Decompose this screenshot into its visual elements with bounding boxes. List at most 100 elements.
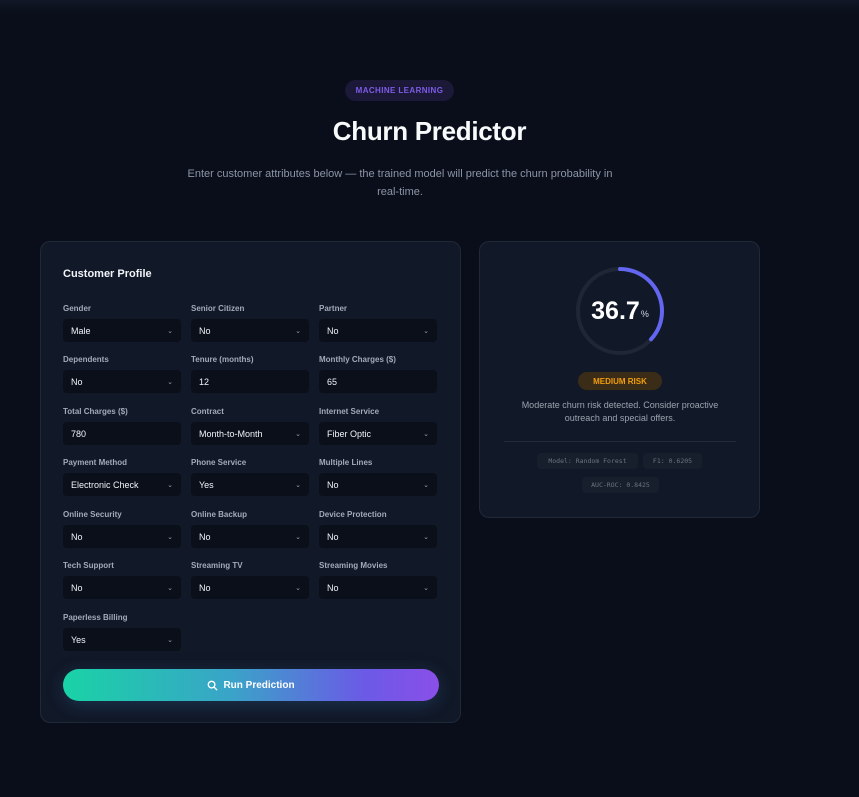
senior-citizen-select[interactable]: No ⌄ — [191, 319, 309, 342]
chevron-down-icon: ⌄ — [423, 584, 429, 592]
phone-service-select[interactable]: Yes ⌄ — [191, 473, 309, 496]
monthly-charges-label: Monthly Charges ($) — [319, 355, 396, 364]
phone-service-value: Yes — [199, 479, 214, 490]
dependents-label: Dependents — [63, 355, 109, 364]
device-protection-label: Device Protection — [319, 510, 387, 519]
chevron-down-icon: ⌄ — [167, 636, 173, 644]
partner-value: No — [327, 325, 339, 336]
phone-service-label: Phone Service — [191, 458, 247, 467]
online-backup-value: No — [199, 531, 211, 542]
payment-method-select[interactable]: Electronic Check ⌄ — [63, 473, 181, 496]
run-prediction-button[interactable]: Run Prediction — [63, 669, 439, 701]
total-charges-input[interactable]: 780 — [63, 422, 181, 445]
streaming-tv-label: Streaming TV — [191, 561, 243, 570]
chevron-down-icon: ⌄ — [167, 533, 173, 541]
field-tenure-months: Tenure (months) 12 — [191, 354, 309, 393]
online-security-select[interactable]: No ⌄ — [63, 525, 181, 548]
field-streaming-movies: Streaming Movies No ⌄ — [319, 560, 437, 599]
field-internet-service: Internet Service Fiber Optic ⌄ — [319, 406, 437, 445]
paperless-billing-value: Yes — [71, 634, 86, 645]
tech-support-label: Tech Support — [63, 561, 114, 570]
online-security-value: No — [71, 531, 83, 542]
prediction-result-card: 36.7 % MEDIUM RISK Moderate churn risk d… — [479, 241, 760, 518]
field-total-charges: Total Charges ($) 780 — [63, 406, 181, 445]
category-badge: MACHINE LEARNING — [345, 80, 454, 101]
monthly-charges-input[interactable]: 65 — [319, 370, 437, 393]
streaming-tv-value: No — [199, 582, 211, 593]
streaming-tv-select[interactable]: No ⌄ — [191, 576, 309, 599]
chevron-down-icon: ⌄ — [423, 430, 429, 438]
page-title: Churn Predictor — [332, 116, 527, 146]
paperless-billing-select[interactable]: Yes ⌄ — [63, 628, 181, 651]
chevron-down-icon: ⌄ — [295, 481, 301, 489]
field-phone-service: Phone Service Yes ⌄ — [191, 457, 309, 496]
online-security-label: Online Security — [63, 510, 122, 519]
tenure-months-label: Tenure (months) — [191, 355, 254, 364]
percent-sign: % — [640, 309, 649, 319]
field-partner: Partner No ⌄ — [319, 303, 437, 342]
chevron-down-icon: ⌄ — [167, 481, 173, 489]
dependents-select[interactable]: No ⌄ — [63, 370, 181, 393]
payment-method-value: Electronic Check — [71, 479, 139, 490]
search-icon — [208, 680, 218, 690]
multiple-lines-label: Multiple Lines — [319, 458, 373, 467]
f1-score-chip: F1: 0.6205 — [643, 453, 702, 469]
field-payment-method: Payment Method Electronic Check ⌄ — [63, 457, 181, 496]
contract-value: Month-to-Month — [199, 428, 263, 439]
online-backup-select[interactable]: No ⌄ — [191, 525, 309, 548]
field-monthly-charges: Monthly Charges ($) 65 — [319, 354, 437, 393]
run-prediction-label: Run Prediction — [223, 679, 295, 691]
tech-support-value: No — [71, 582, 83, 593]
customer-profile-card: Customer Profile Gender Male ⌄ Senior Citiz… — [40, 241, 461, 723]
contract-select[interactable]: Month-to-Month ⌄ — [191, 422, 309, 445]
field-online-backup: Online Backup No ⌄ — [191, 509, 309, 548]
multiple-lines-select[interactable]: No ⌄ — [319, 473, 437, 496]
streaming-movies-select[interactable]: No ⌄ — [319, 576, 437, 599]
field-gender: Gender Male ⌄ — [63, 303, 181, 342]
chevron-down-icon: ⌄ — [423, 481, 429, 489]
field-senior-citizen: Senior Citizen No ⌄ — [191, 303, 309, 342]
senior-citizen-label: Senior Citizen — [191, 304, 245, 313]
chevron-down-icon: ⌄ — [167, 584, 173, 592]
multiple-lines-value: No — [327, 479, 339, 490]
chevron-down-icon: ⌄ — [167, 327, 173, 335]
divider — [504, 441, 736, 442]
monthly-charges-value: 65 — [327, 376, 338, 387]
streaming-movies-value: No — [327, 582, 339, 593]
gender-select[interactable]: Male ⌄ — [63, 319, 181, 342]
chevron-down-icon: ⌄ — [295, 584, 301, 592]
internet-service-value: Fiber Optic — [327, 428, 372, 439]
risk-description: Moderate churn risk detected. Consider p… — [521, 400, 719, 423]
churn-probability-value: 36.7 — [591, 296, 640, 325]
field-streaming-tv: Streaming TV No ⌄ — [191, 560, 309, 599]
senior-citizen-value: No — [199, 325, 211, 336]
internet-service-label: Internet Service — [319, 407, 380, 416]
payment-method-label: Payment Method — [63, 458, 128, 467]
paperless-billing-label: Paperless Billing — [63, 613, 128, 622]
chevron-down-icon: ⌄ — [295, 430, 301, 438]
gender-label: Gender — [63, 304, 92, 313]
field-device-protection: Device Protection No ⌄ — [319, 509, 437, 548]
partner-label: Partner — [319, 304, 348, 313]
dependents-value: No — [71, 376, 83, 387]
internet-service-select[interactable]: Fiber Optic ⌄ — [319, 422, 437, 445]
partner-select[interactable]: No ⌄ — [319, 319, 437, 342]
chevron-down-icon: ⌄ — [423, 327, 429, 335]
chevron-down-icon: ⌄ — [167, 378, 173, 386]
risk-level-badge: MEDIUM RISK — [578, 372, 662, 390]
field-dependents: Dependents No ⌄ — [63, 354, 181, 393]
auc-roc-chip: AUC-ROC: 0.8425 — [582, 477, 659, 493]
field-multiple-lines: Multiple Lines No ⌄ — [319, 457, 437, 496]
online-backup-label: Online Backup — [191, 510, 248, 519]
streaming-movies-label: Streaming Movies — [319, 561, 388, 570]
chevron-down-icon: ⌄ — [295, 533, 301, 541]
model-name-chip: Model: Random Forest — [537, 453, 638, 469]
field-contract: Contract Month-to-Month ⌄ — [191, 406, 309, 445]
tenure-months-value: 12 — [199, 376, 210, 387]
top-fade — [0, 0, 859, 14]
chevron-down-icon: ⌄ — [423, 533, 429, 541]
field-tech-support: Tech Support No ⌄ — [63, 560, 181, 599]
device-protection-select[interactable]: No ⌄ — [319, 525, 437, 548]
tech-support-select[interactable]: No ⌄ — [63, 576, 181, 599]
tenure-months-input[interactable]: 12 — [191, 370, 309, 393]
